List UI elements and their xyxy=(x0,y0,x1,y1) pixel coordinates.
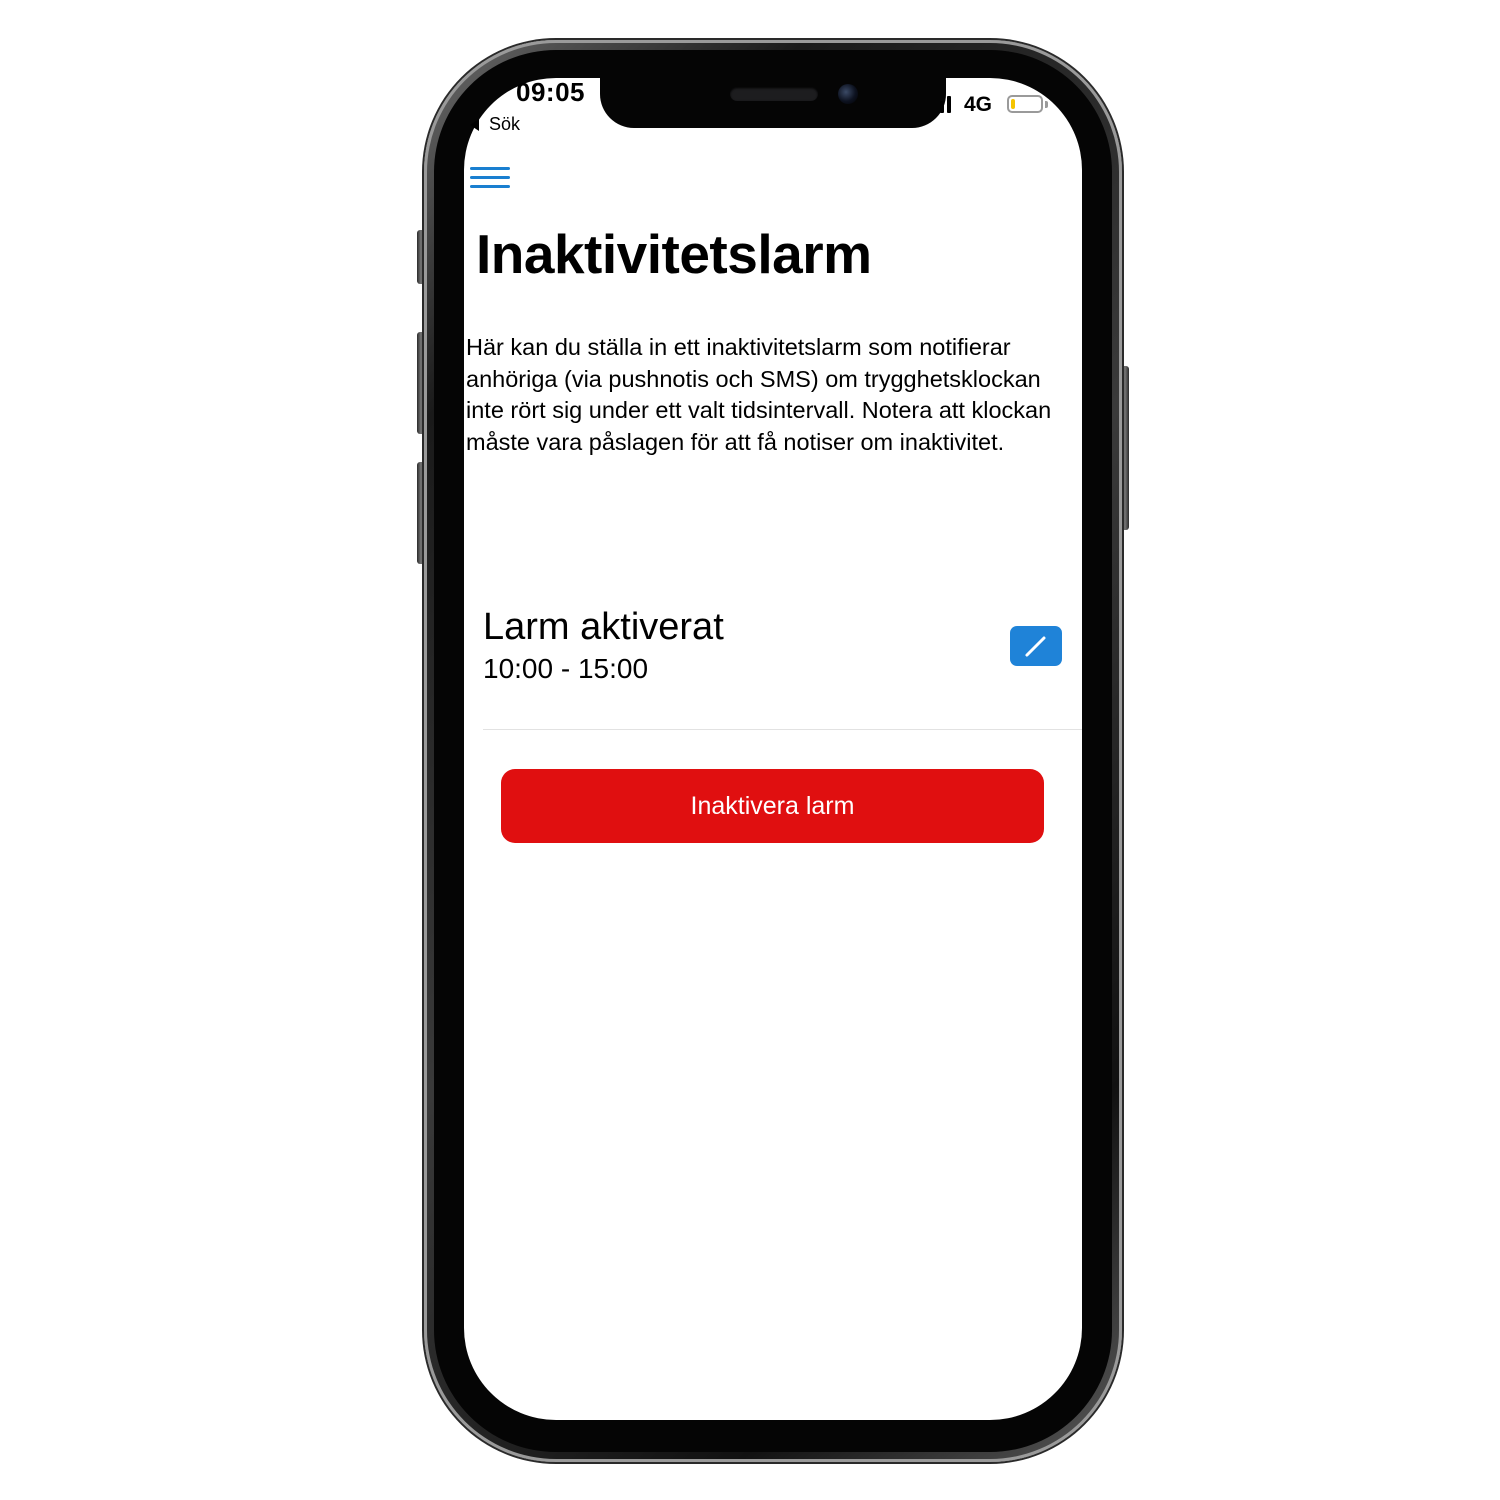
back-link-label: Sök xyxy=(489,114,521,134)
network-type: 4G xyxy=(964,93,993,116)
back-link[interactable]: Sök xyxy=(470,114,520,135)
speaker-grille xyxy=(730,87,818,101)
phone-mockup: 09:05 Sök 4G Inaktivitetslarm Här kan du… xyxy=(0,0,1500,1500)
alarm-interval: 10:00 - 15:00 xyxy=(483,653,649,684)
pencil-icon xyxy=(1025,636,1046,657)
battery-level xyxy=(1011,99,1015,109)
front-camera xyxy=(838,84,858,104)
battery-tip xyxy=(1045,101,1048,108)
hamburger-menu-icon[interactable] xyxy=(470,164,510,192)
section-divider xyxy=(483,729,1082,730)
page-title: Inaktivitetslarm xyxy=(476,223,872,285)
signal-strength-icon xyxy=(940,96,951,113)
battery-icon xyxy=(1007,95,1043,113)
edit-alarm-button[interactable] xyxy=(1010,626,1062,666)
power-button xyxy=(1121,366,1129,530)
alarm-status: Larm aktiverat xyxy=(483,606,724,648)
deactivate-alarm-button[interactable]: Inaktivera larm xyxy=(501,769,1044,843)
back-arrow-icon xyxy=(470,118,479,131)
page-description: Här kan du ställa in ett inaktivitetslar… xyxy=(466,334,1052,455)
status-time: 09:05 xyxy=(516,77,585,107)
